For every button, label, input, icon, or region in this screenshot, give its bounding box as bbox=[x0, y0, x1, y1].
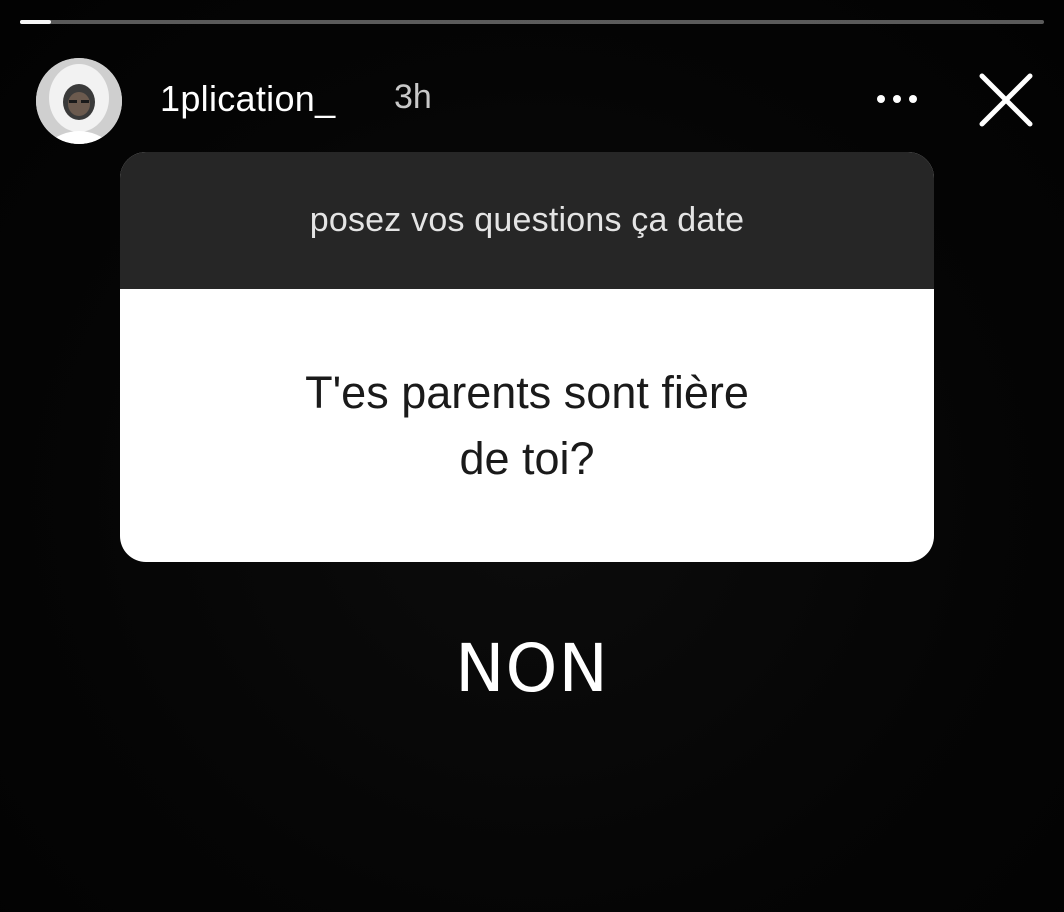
story-viewer[interactable]: 1plication_ 3h posez vos questions ça da… bbox=[0, 0, 1064, 912]
progress-fill bbox=[20, 20, 51, 24]
user-avatar[interactable] bbox=[36, 58, 122, 144]
answer-text: NON bbox=[455, 630, 609, 707]
avatar-image bbox=[36, 58, 122, 144]
more-horizontal-icon[interactable] bbox=[872, 84, 922, 114]
username[interactable]: 1plication_ bbox=[160, 78, 335, 120]
progress-segment bbox=[20, 20, 1044, 24]
story-progress-bar bbox=[20, 20, 1044, 24]
question-text: T'es parents sont fière de toi? bbox=[305, 366, 749, 484]
question-prompt: posez vos questions ça date bbox=[120, 152, 934, 289]
close-icon[interactable] bbox=[976, 70, 1036, 130]
question-body: T'es parents sont fière de toi? bbox=[120, 289, 934, 562]
post-time: 3h bbox=[394, 78, 432, 116]
question-sticker: posez vos questions ça date T'es parents… bbox=[120, 152, 934, 562]
story-header: 1plication_ 3h bbox=[36, 58, 1036, 144]
